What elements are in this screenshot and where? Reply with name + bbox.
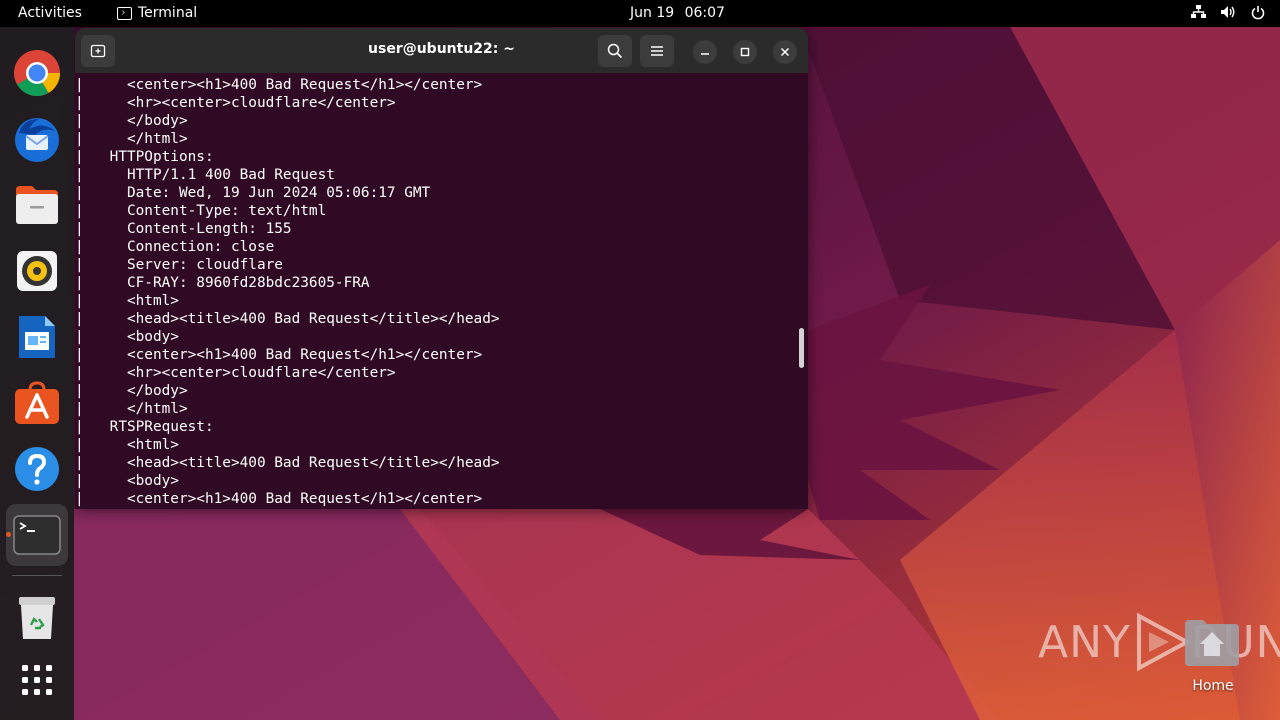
dock-item-terminal[interactable] — [6, 504, 68, 566]
terminal-line: | Content-Type: text/html — [75, 203, 327, 219]
rhythmbox-icon — [17, 251, 57, 291]
chrome-icon — [14, 50, 60, 96]
grid-icon — [22, 665, 52, 695]
terminal-line: | Content-Length: 155 — [75, 221, 292, 237]
terminal-line: | <hr><center>cloudflare</center> — [75, 365, 396, 381]
dock-item-thunderbird[interactable] — [12, 114, 62, 164]
power-icon[interactable] — [1250, 4, 1266, 20]
terminal-line: | </body> — [75, 383, 188, 399]
dock-item-help[interactable] — [12, 444, 62, 494]
terminal-line: | CF-RAY: 8960fd28bdc23605-FRA — [75, 275, 370, 291]
terminal-line: | <body> — [75, 329, 179, 345]
close-button[interactable] — [773, 40, 797, 64]
volume-icon[interactable] — [1220, 4, 1236, 20]
dock-item-rhythmbox[interactable] — [12, 246, 62, 296]
network-icon[interactable] — [1190, 4, 1206, 20]
running-indicator — [6, 532, 11, 537]
close-icon — [780, 47, 790, 57]
menu-button[interactable] — [640, 35, 674, 67]
minimize-button[interactable] — [693, 40, 717, 64]
home-folder-label[interactable]: Home — [1178, 678, 1248, 694]
dock-item-app-center[interactable] — [12, 378, 62, 428]
scrollbar-thumb[interactable] — [799, 328, 804, 368]
terminal-header[interactable]: user@ubuntu22: ~ — [75, 28, 808, 73]
search-icon — [607, 43, 623, 59]
dock — [0, 27, 74, 720]
dock-item-files[interactable] — [12, 180, 62, 230]
terminal-line: | <center><h1>400 Bad Request</h1></cent… — [75, 491, 483, 507]
terminal-line: | HTTP/1.1 400 Bad Request — [75, 167, 335, 183]
terminal-icon — [13, 515, 61, 555]
terminal-line: | RTSPRequest: — [75, 419, 214, 435]
show-apps-button[interactable] — [12, 655, 62, 705]
files-icon — [16, 186, 58, 224]
clock-time: 06:07 — [684, 5, 725, 21]
clock[interactable]: Jun 19 06:07 — [0, 5, 1280, 21]
system-tray[interactable] — [1190, 4, 1266, 20]
watermark-text-left: ANY — [1038, 616, 1131, 668]
terminal-output[interactable]: | <center><h1>400 Bad Request</h1></cent… — [75, 73, 808, 509]
home-folder-icon[interactable] — [1183, 618, 1241, 668]
terminal-line: | <body> — [75, 473, 179, 489]
terminal-line: | <head><title>400 Bad Request</title></… — [75, 455, 500, 471]
terminal-line: | Connection: close — [75, 239, 275, 255]
top-bar: Activities Terminal Jun 19 06:07 — [0, 0, 1280, 27]
trash-icon — [19, 597, 55, 639]
terminal-line: | HTTPOptions: — [75, 149, 214, 165]
dock-item-trash[interactable] — [12, 593, 62, 643]
terminal-line: | </html> — [75, 131, 188, 147]
terminal-window[interactable]: user@ubuntu22: ~ | <center><h1>400 Bad R… — [75, 28, 808, 509]
thunderbird-icon — [15, 118, 59, 162]
help-icon — [15, 447, 59, 491]
play-logo-icon — [1136, 612, 1191, 672]
search-button[interactable] — [598, 35, 632, 67]
dock-item-chrome[interactable] — [12, 48, 62, 98]
terminal-line: | Server: cloudflare — [75, 257, 283, 273]
maximize-button[interactable] — [733, 40, 757, 64]
dock-separator — [12, 575, 62, 576]
minimize-icon — [701, 53, 709, 55]
maximize-icon — [740, 47, 750, 57]
terminal-line: | <html> — [75, 293, 179, 309]
app-center-icon — [15, 381, 59, 424]
terminal-line: | <html> — [75, 437, 179, 453]
anyrun-watermark: ANY RUN — [1038, 612, 1280, 672]
terminal-line: | <center><h1>400 Bad Request</h1></cent… — [75, 347, 483, 363]
dock-item-writer[interactable] — [12, 312, 62, 362]
hamburger-icon — [651, 46, 663, 56]
terminal-line: | <head><title>400 Bad Request</title></… — [75, 311, 500, 327]
terminal-line: | Date: Wed, 19 Jun 2024 05:06:17 GMT — [75, 185, 431, 201]
clock-date: Jun 19 — [630, 5, 675, 21]
terminal-line: | </html> — [75, 401, 188, 417]
terminal-line: | <hr><center>cloudflare</center> — [75, 95, 396, 111]
writer-icon — [19, 316, 55, 358]
terminal-line: | </body> — [75, 113, 188, 129]
terminal-line: | <center><h1>400 Bad Request</h1></cent… — [75, 77, 483, 93]
